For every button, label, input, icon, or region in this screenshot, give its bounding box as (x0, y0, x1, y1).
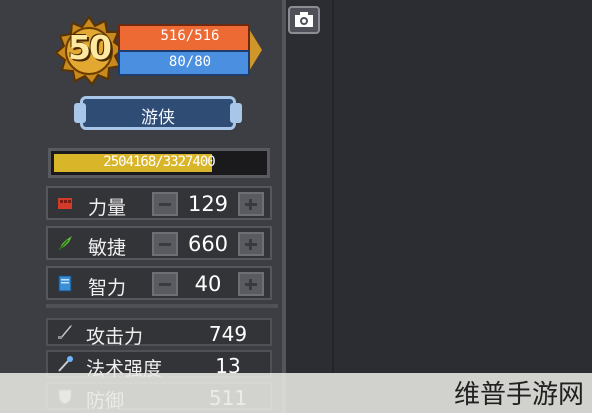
attribute-label: 力量 (88, 197, 127, 219)
class-plate: 游侠 (74, 96, 242, 130)
book-icon (58, 275, 72, 292)
mp-bar: 80/80 (118, 50, 250, 76)
watermark-text: 维普手游网 (453, 380, 584, 410)
sword-icon (58, 325, 72, 339)
xp-text: 2504168/3327400 (103, 154, 215, 170)
level-number: 50 (68, 28, 112, 67)
feather-icon (58, 236, 72, 251)
mp-text: 80/80 (168, 54, 212, 70)
decrease-agility-button[interactable] (152, 232, 178, 256)
stat-value: 749 (208, 322, 248, 346)
attribute-value: 660 (187, 232, 229, 256)
decrease-strength-button[interactable] (152, 192, 178, 216)
attribute-label: 敏捷 (88, 237, 127, 259)
xp-bar: 2504168/3327400 (48, 148, 270, 178)
increase-strength-button[interactable] (238, 192, 264, 216)
stat-row-attack: 攻击力 749 (46, 318, 272, 348)
section-divider (46, 304, 278, 308)
attribute-row-agility: 敏捷 660 (46, 226, 272, 260)
fist-icon (58, 198, 72, 209)
increase-agility-button[interactable] (238, 232, 264, 256)
attribute-row-strength: 力量 129 (46, 186, 272, 220)
attribute-value: 129 (187, 192, 229, 216)
attribute-label: 智力 (88, 277, 127, 299)
hp-text: 516/516 (160, 28, 220, 44)
screenshot-button[interactable] (288, 6, 320, 34)
class-name: 游侠 (141, 108, 175, 128)
background-area (286, 0, 592, 413)
attribute-value: 40 (194, 272, 222, 296)
camera-icon (295, 12, 313, 27)
level-badge: 50 (54, 16, 124, 86)
increase-intelligence-button[interactable] (238, 272, 264, 296)
hp-bar: 516/516 (118, 24, 250, 52)
hp-mp-ribbon: 516/516 80/80 (118, 24, 262, 76)
decrease-intelligence-button[interactable] (152, 272, 178, 296)
attribute-row-intelligence: 智力 40 (46, 266, 272, 300)
stat-label: 攻击力 (86, 326, 144, 348)
wand-icon (58, 356, 73, 372)
